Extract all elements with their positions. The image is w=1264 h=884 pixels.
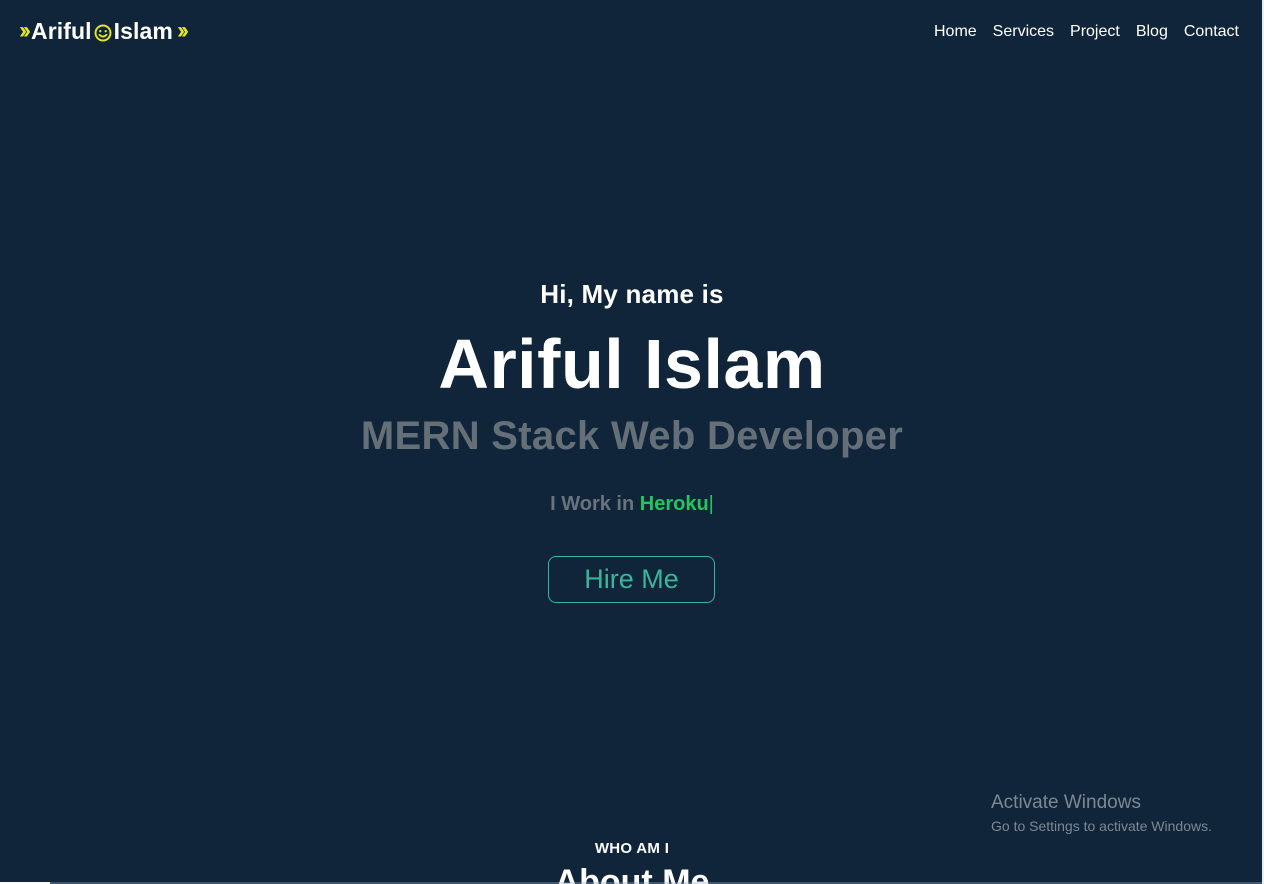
hero-name: Ariful Islam	[438, 325, 826, 403]
hire-me-button[interactable]: Hire Me	[548, 556, 715, 603]
about-eyebrow: WHO AM I	[594, 840, 670, 857]
watermark-subtitle: Go to Settings to activate Windows.	[991, 818, 1212, 834]
about-title: About Me	[554, 863, 710, 884]
hero-greeting: Hi, My name is	[540, 279, 724, 309]
work-highlight: Heroku	[639, 493, 709, 515]
watermark-title: Activate Windows	[991, 792, 1141, 813]
page: ›› Ariful Islam ›› Home Services Project…	[0, 0, 1264, 884]
work-prefix: I Work in	[550, 493, 635, 515]
typing-cursor: |	[708, 493, 714, 515]
hero-section: Hi, My name is Ariful Islam MERN Stack W…	[0, 0, 1264, 884]
work-line: I Work in Heroku|	[0, 493, 1264, 516]
activate-windows-watermark: Activate Windows Go to Settings to activ…	[991, 792, 1212, 836]
hero-role: MERN Stack Web Developer	[360, 414, 904, 458]
